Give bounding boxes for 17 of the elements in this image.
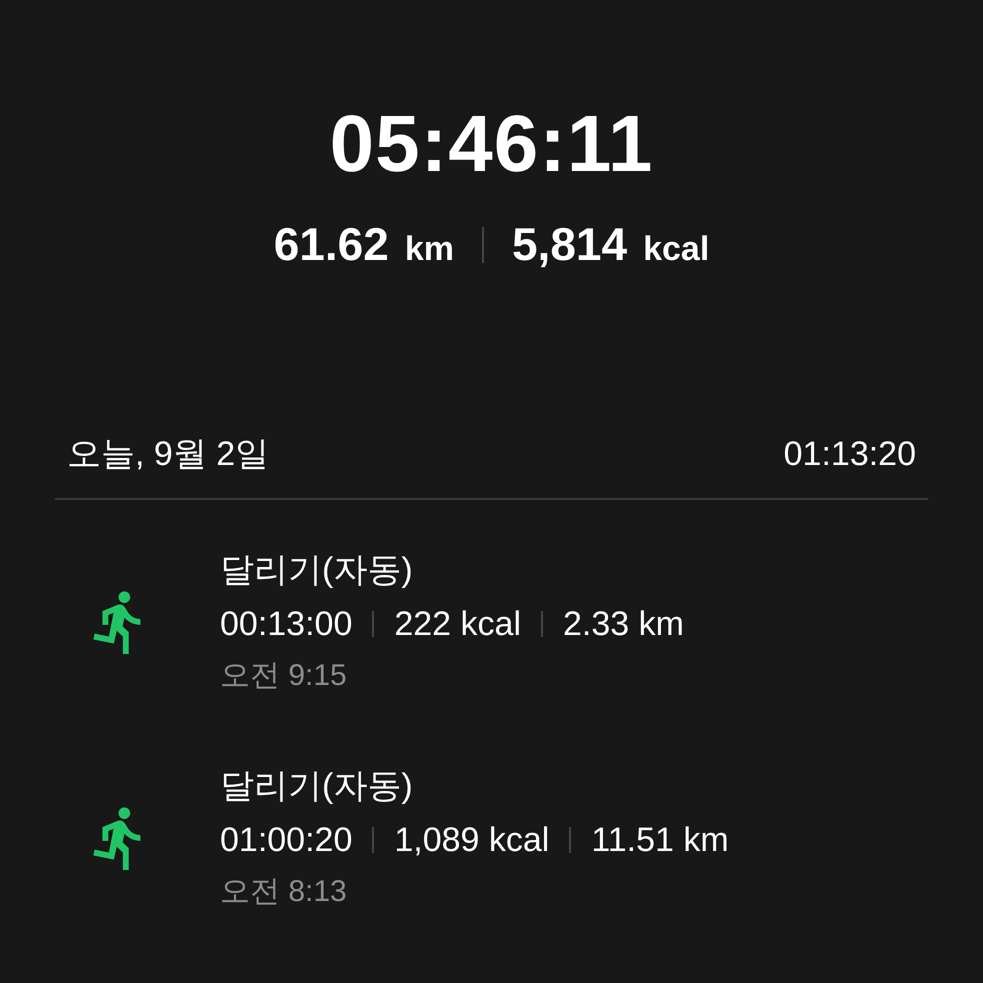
workout-metric: 222 kcal [394,604,521,644]
workout-item[interactable]: 달리기(자동) 01:00:20 1,089 kcal 11.51 km 오전 8:13 [0,762,983,914]
workout-start-time: 오전 9:15 [220,658,348,694]
summary-stat: 5,814 kcal [512,217,710,272]
workout-name: 달리기(자동) [220,550,414,591]
total-duration: 05:46:11 [330,98,654,190]
workout-name: 달리기(자동) [220,766,414,807]
summary-stat: 61.62 km [274,217,454,272]
workout-metric: 11.51 km [591,820,729,860]
workout-start-time: 오전 8:13 [220,874,348,910]
workout-metric: 2.33 km [563,604,684,644]
workout-metric: 00:13:00 [220,604,352,644]
workout-metric: 1,089 kcal [394,820,550,860]
day-date: 오늘, 9월 2일 [67,434,270,475]
workout-metric: 01:00:20 [220,820,352,860]
workout-item[interactable]: 달리기(자동) 00:13:00 222 kcal 2.33 km 오전 9:15 [0,546,983,698]
day-total: 01:13:20 [784,434,916,475]
